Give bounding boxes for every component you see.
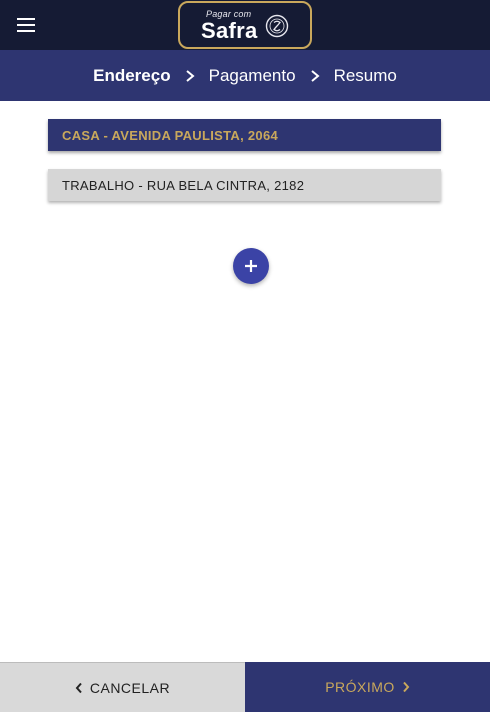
step-address[interactable]: Endereço bbox=[93, 66, 170, 86]
hamburger-menu-icon[interactable] bbox=[14, 15, 38, 35]
cancel-button[interactable]: CANCELAR bbox=[0, 662, 245, 712]
address-label: TRABALHO - RUA BELA CINTRA, 2182 bbox=[62, 177, 305, 193]
checkout-steps: Endereço Pagamento Resumo bbox=[0, 50, 490, 101]
top-bar: Pagar com Safra bbox=[0, 0, 490, 50]
chevron-right-icon bbox=[403, 681, 410, 693]
step-payment[interactable]: Pagamento bbox=[209, 66, 296, 86]
plus-icon bbox=[245, 260, 257, 272]
next-button[interactable]: PRÓXIMO bbox=[245, 662, 490, 712]
address-label: CASA - AVENIDA PAULISTA, 2064 bbox=[62, 127, 279, 143]
safra-seal-icon bbox=[265, 14, 289, 38]
logo-brand: Safra bbox=[201, 18, 258, 43]
address-option-home[interactable]: CASA - AVENIDA PAULISTA, 2064 bbox=[48, 119, 441, 151]
chevron-left-icon bbox=[75, 682, 82, 693]
chevron-right-icon bbox=[185, 69, 195, 82]
next-label: PRÓXIMO bbox=[325, 679, 395, 695]
step-summary[interactable]: Resumo bbox=[334, 66, 397, 86]
footer-actions: CANCELAR PRÓXIMO bbox=[0, 662, 490, 712]
chevron-right-icon bbox=[310, 69, 320, 82]
add-address-button[interactable] bbox=[233, 248, 269, 284]
cancel-label: CANCELAR bbox=[89, 679, 171, 696]
safra-logo: Pagar com Safra bbox=[178, 1, 312, 49]
address-option-work[interactable]: TRABALHO - RUA BELA CINTRA, 2182 bbox=[48, 169, 441, 201]
